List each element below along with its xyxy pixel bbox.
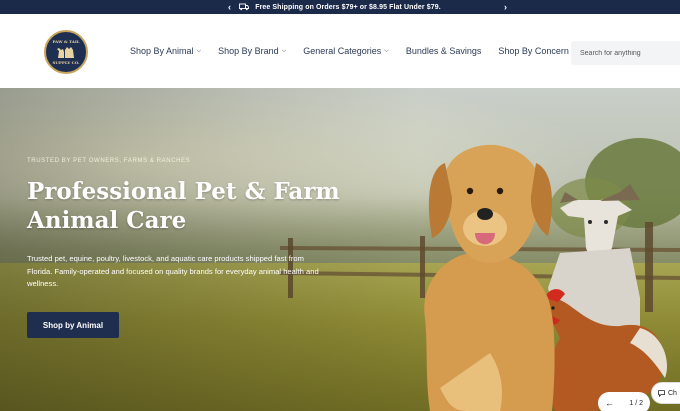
main-nav: Shop By Animal ⌵ Shop By Brand ⌵ General… <box>130 14 586 88</box>
hero-eyebrow: TRUSTED BY PET OWNERS, FARMS & RANCHES <box>27 158 191 164</box>
announcement-message: Free Shipping on Orders $79+ or $8.95 Fl… <box>239 3 441 11</box>
announcement-prev-arrow-icon[interactable]: ‹ <box>228 0 231 14</box>
nav-label: General Categories <box>303 46 382 56</box>
announcement-next-arrow-icon[interactable]: › <box>504 0 507 14</box>
hero-headline: Professional Pet & Farm Animal Care <box>27 178 340 234</box>
chat-widget-button[interactable]: Ch <box>651 382 680 404</box>
nav-label: Shop By Concern <box>498 46 569 56</box>
hero-slide-pager: ← 1 / 2 <box>598 392 650 411</box>
chevron-down-icon: ⌵ <box>196 47 202 54</box>
site-header: PAW & TAIL SUPPLY CO. Shop By Animal ⌵ S… <box>0 14 680 88</box>
hero-subcopy: Trusted pet, equine, poultry, livestock,… <box>27 254 319 288</box>
nav-shop-by-brand[interactable]: Shop By Brand ⌵ <box>218 46 286 56</box>
nav-general-categories[interactable]: General Categories ⌵ <box>303 46 389 56</box>
shop-by-animal-button[interactable]: Shop by Animal <box>27 312 119 338</box>
nav-shop-by-animal[interactable]: Shop By Animal ⌵ <box>130 46 201 56</box>
chevron-down-icon: ⌵ <box>384 47 389 54</box>
brand-logo[interactable]: PAW & TAIL SUPPLY CO. <box>44 30 88 74</box>
arrow-left-icon[interactable]: ← <box>605 398 614 408</box>
hero-text-shade <box>0 88 420 411</box>
nav-label: Shop By Brand <box>218 46 279 56</box>
chat-label: Ch <box>668 389 677 397</box>
dog-cat-silhouette-icon <box>57 47 74 58</box>
hero-banner: TRUSTED BY PET OWNERS, FARMS & RANCHES P… <box>0 88 680 411</box>
search-input[interactable] <box>571 41 680 65</box>
nav-bundles-savings[interactable]: Bundles & Savings <box>406 46 482 56</box>
logo-line-1: PAW & TAIL <box>52 39 80 44</box>
announcement-bar: ‹ Free Shipping on Orders $79+ or $8.95 … <box>0 0 680 14</box>
truck-icon <box>239 3 250 11</box>
slide-counter: 1 / 2 <box>629 399 643 407</box>
nav-label: Bundles & Savings <box>405 46 482 56</box>
chevron-down-icon: ⌵ <box>281 47 287 54</box>
logo-line-2: SUPPLY CO. <box>52 60 80 65</box>
nav-label: Shop By Animal <box>130 46 194 56</box>
chat-bubble-icon <box>658 389 665 397</box>
announcement-text: Free Shipping on Orders $79+ or $8.95 Fl… <box>255 3 441 11</box>
nav-shop-by-concern[interactable]: Shop By Concern <box>498 46 569 56</box>
